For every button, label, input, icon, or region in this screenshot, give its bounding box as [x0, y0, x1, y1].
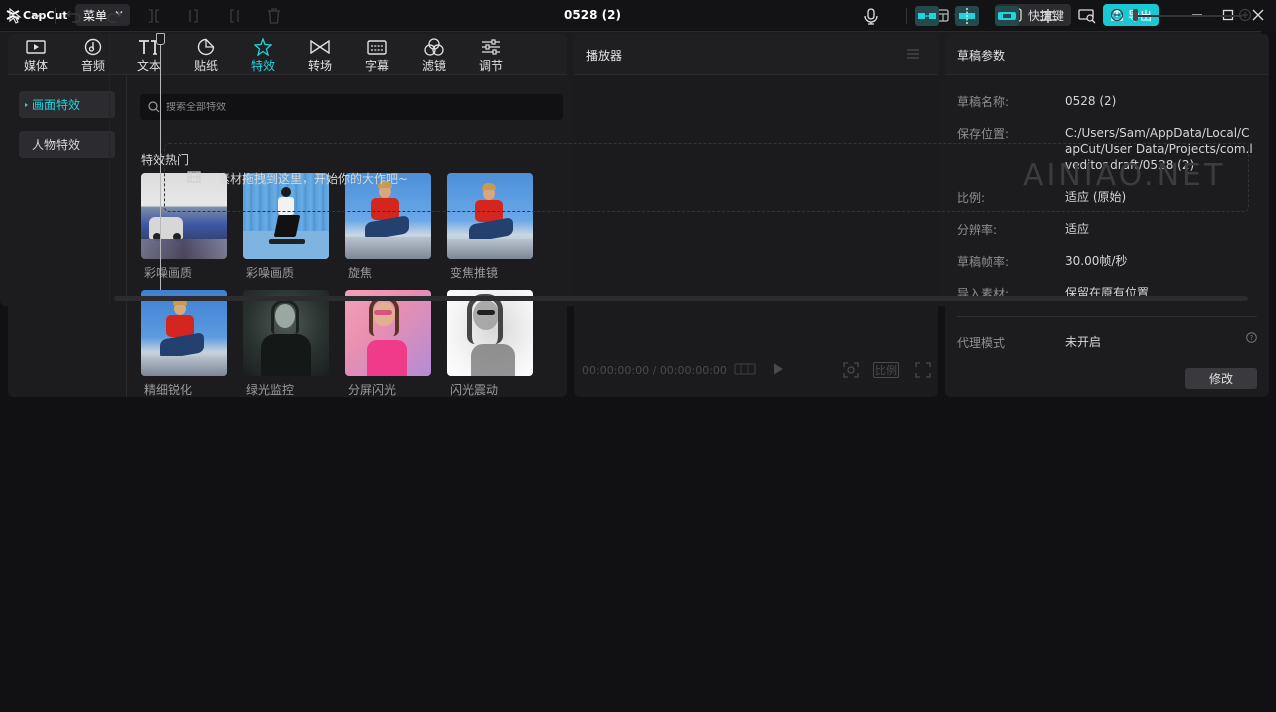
linkage-button[interactable]	[995, 6, 1019, 26]
preview-axis-icon[interactable]	[1038, 8, 1058, 24]
timeline-panel: 素材拖拽到这里，开始你的大作吧~ AINIAO.NET	[0, 0, 1261, 306]
microphone-icon[interactable]	[863, 8, 879, 25]
track-header-column	[0, 33, 110, 306]
timecode-total: 00:00:00:00	[659, 364, 727, 377]
auto-snap-button[interactable]	[915, 6, 939, 26]
effect-card[interactable]: 闪光震动	[447, 290, 533, 397]
timecode-separator: /	[652, 364, 660, 377]
trim-right-icon[interactable]	[226, 8, 242, 24]
chevron-down-icon[interactable]	[32, 12, 42, 20]
fit-frame-icon[interactable]	[843, 362, 859, 378]
timeline-toolbar	[0, 0, 1261, 32]
drop-hint: 素材拖拽到这里，开始你的大作吧~	[218, 172, 409, 186]
redo-icon[interactable]	[106, 8, 122, 24]
split-icon[interactable]	[146, 8, 162, 24]
zoom-slider-track[interactable]	[1136, 15, 1242, 17]
trim-left-icon[interactable]	[186, 8, 202, 24]
playhead-line[interactable]	[160, 33, 161, 290]
undo-icon[interactable]	[66, 8, 82, 24]
effect-card[interactable]: 精细锐化	[141, 290, 227, 397]
delete-icon[interactable]	[266, 8, 282, 24]
toolbar-divider	[906, 8, 907, 24]
effect-card[interactable]: 分屏闪光	[345, 290, 431, 397]
effect-card[interactable]: 绿光监控	[243, 290, 329, 397]
row-value: 未开启	[1065, 335, 1102, 349]
effect-label: 闪光震动	[450, 383, 499, 397]
magnet-icon	[959, 8, 975, 24]
timeline-view-icon[interactable]	[734, 362, 756, 376]
timecode: 00:00:00:00 / 00:00:00:00	[582, 364, 727, 377]
horizontal-scrollbar[interactable]	[114, 296, 1248, 301]
zoom-out-icon[interactable]	[1110, 8, 1124, 22]
select-cursor-icon[interactable]	[8, 8, 24, 24]
zoom-in-icon[interactable]	[1238, 8, 1252, 22]
help-icon[interactable]: ?	[1246, 332, 1257, 343]
effect-label: 分屏闪光	[348, 383, 397, 397]
modify-button[interactable]: 修改	[1185, 368, 1257, 389]
zoom-slider-handle[interactable]	[1133, 9, 1138, 21]
divider	[957, 316, 1257, 317]
watermark: AINIAO.NET	[1023, 158, 1226, 193]
toolbar-divider	[55, 8, 56, 24]
playhead-handle[interactable]	[156, 33, 165, 45]
effect-label: 绿光监控	[246, 383, 295, 397]
screen-zoom-icon[interactable]	[1078, 8, 1096, 24]
link-clips-icon	[918, 13, 936, 19]
play-icon[interactable]	[771, 362, 785, 376]
fullscreen-icon[interactable]	[915, 362, 931, 378]
svg-text:?: ?	[1250, 334, 1254, 342]
ratio-button[interactable]: 比例	[873, 362, 899, 378]
effect-label: 精细锐化	[144, 383, 193, 397]
snap-button[interactable]	[955, 6, 979, 26]
chain-icon	[998, 12, 1016, 20]
timecode-current: 00:00:00:00	[582, 364, 650, 377]
row-key: 代理模式	[957, 336, 1006, 350]
film-icon	[187, 171, 201, 183]
